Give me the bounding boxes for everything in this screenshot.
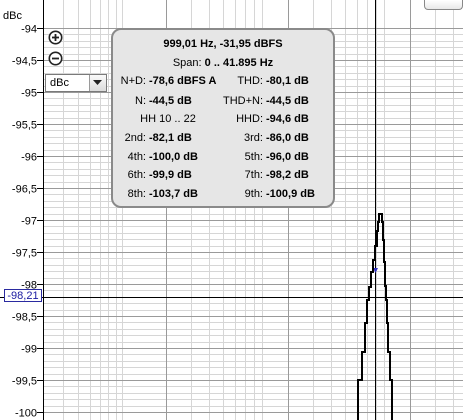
panel-row: 4th: -100,0 dB 5th: -96,0 dB: [113, 151, 333, 165]
y-tick-label: -94: [21, 24, 37, 36]
h8-label: 8th:: [127, 188, 146, 200]
nd-label: N+D:: [120, 75, 146, 87]
h7-label: 7th:: [244, 169, 263, 181]
h5-value: -96,0 dB: [266, 151, 309, 163]
h2-value: -82,1 dB: [149, 132, 192, 144]
thd-value: -80,1 dB: [266, 75, 309, 87]
view-scroll-handle[interactable]: [424, 0, 463, 10]
h5-label: 5th:: [244, 151, 263, 163]
panel-row: 2nd: -82,1 dB 3rd: -86,0 dB: [113, 132, 333, 146]
unit-select-value: dBc: [50, 77, 69, 89]
panel-row: 8th: -103,7 dB 9th: -100,9 dB: [113, 188, 333, 202]
zoom-out-button[interactable]: [48, 51, 63, 66]
panel-row: N: -44,5 dB THD+N: -44,5 dB: [113, 95, 333, 109]
zoom-out-icon: [48, 51, 63, 66]
y-tick-label: -100: [15, 408, 37, 420]
hhd-label: HHD:: [236, 113, 263, 125]
noise-label: N:: [135, 95, 146, 107]
unit-select[interactable]: dBc: [45, 74, 107, 92]
h9-value: -100,9 dB: [266, 188, 315, 200]
zoom-in-button[interactable]: [48, 30, 63, 45]
panel-row: 6th: -99,9 dB 7th: -98,2 dB: [113, 169, 333, 183]
thd-label: THD:: [237, 75, 263, 87]
hhd-value: -94,6 dB: [266, 113, 309, 125]
panel-row: HH 10 .. 22 HHD: -94,6 dB: [113, 113, 333, 127]
thdn-label: THD+N:: [222, 95, 263, 107]
y-tick-label: -97: [21, 216, 37, 228]
y-tick-label: -95,5: [12, 120, 37, 132]
h4-value: -100,0 dB: [149, 151, 198, 163]
nd-value: -78,6 dBFS A: [149, 75, 217, 87]
panel-title: 999,01 Hz, -31,95 dBFS: [163, 38, 283, 50]
h3-value: -86,0 dB: [266, 132, 309, 144]
h8-value: -103,7 dB: [149, 188, 198, 200]
h9-label: 9th:: [244, 188, 263, 200]
span-value: 0 .. 41.895 Hz: [204, 57, 274, 69]
y-tick-label: -99: [21, 344, 37, 356]
panel-row: N+D: -78,6 dBFS A THD: -80,1 dB: [113, 75, 333, 89]
y-tick-label: -97,5: [12, 248, 37, 260]
span-label: Span:: [172, 57, 202, 69]
y-tick-label: -96: [21, 152, 37, 164]
h6-label: 6th:: [127, 169, 146, 181]
chevron-down-icon: [93, 80, 102, 85]
y-tick-label: -96,5: [12, 184, 37, 196]
y-tick-label: -98,5: [12, 312, 37, 324]
h7-value: -98,2 dB: [266, 169, 309, 181]
hh-range: HH 10 .. 22: [140, 113, 196, 125]
panel-span: Span: 0 .. 41.895 Hz: [113, 57, 333, 69]
cursor-value-label[interactable]: -98,21: [4, 289, 42, 302]
h4-label: 4th:: [127, 151, 146, 163]
noise-value: -44,5 dB: [149, 95, 192, 107]
y-tick-label: -95: [21, 88, 37, 100]
h3-label: 3rd:: [244, 132, 263, 144]
measurement-panel: 999,01 Hz, -31,95 dBFS Span: 0 .. 41.895…: [111, 28, 335, 208]
y-tick-label: -94,5: [12, 56, 37, 68]
thdn-value: -44,5 dB: [266, 95, 309, 107]
h2-label: 2nd:: [124, 132, 146, 144]
y-axis-unit: dBc: [3, 10, 22, 22]
unit-select-dropdown-button[interactable]: [89, 75, 106, 91]
h6-value: -99,9 dB: [149, 169, 192, 181]
y-tick-label: -99,5: [12, 376, 37, 388]
zoom-in-icon: [48, 30, 63, 45]
